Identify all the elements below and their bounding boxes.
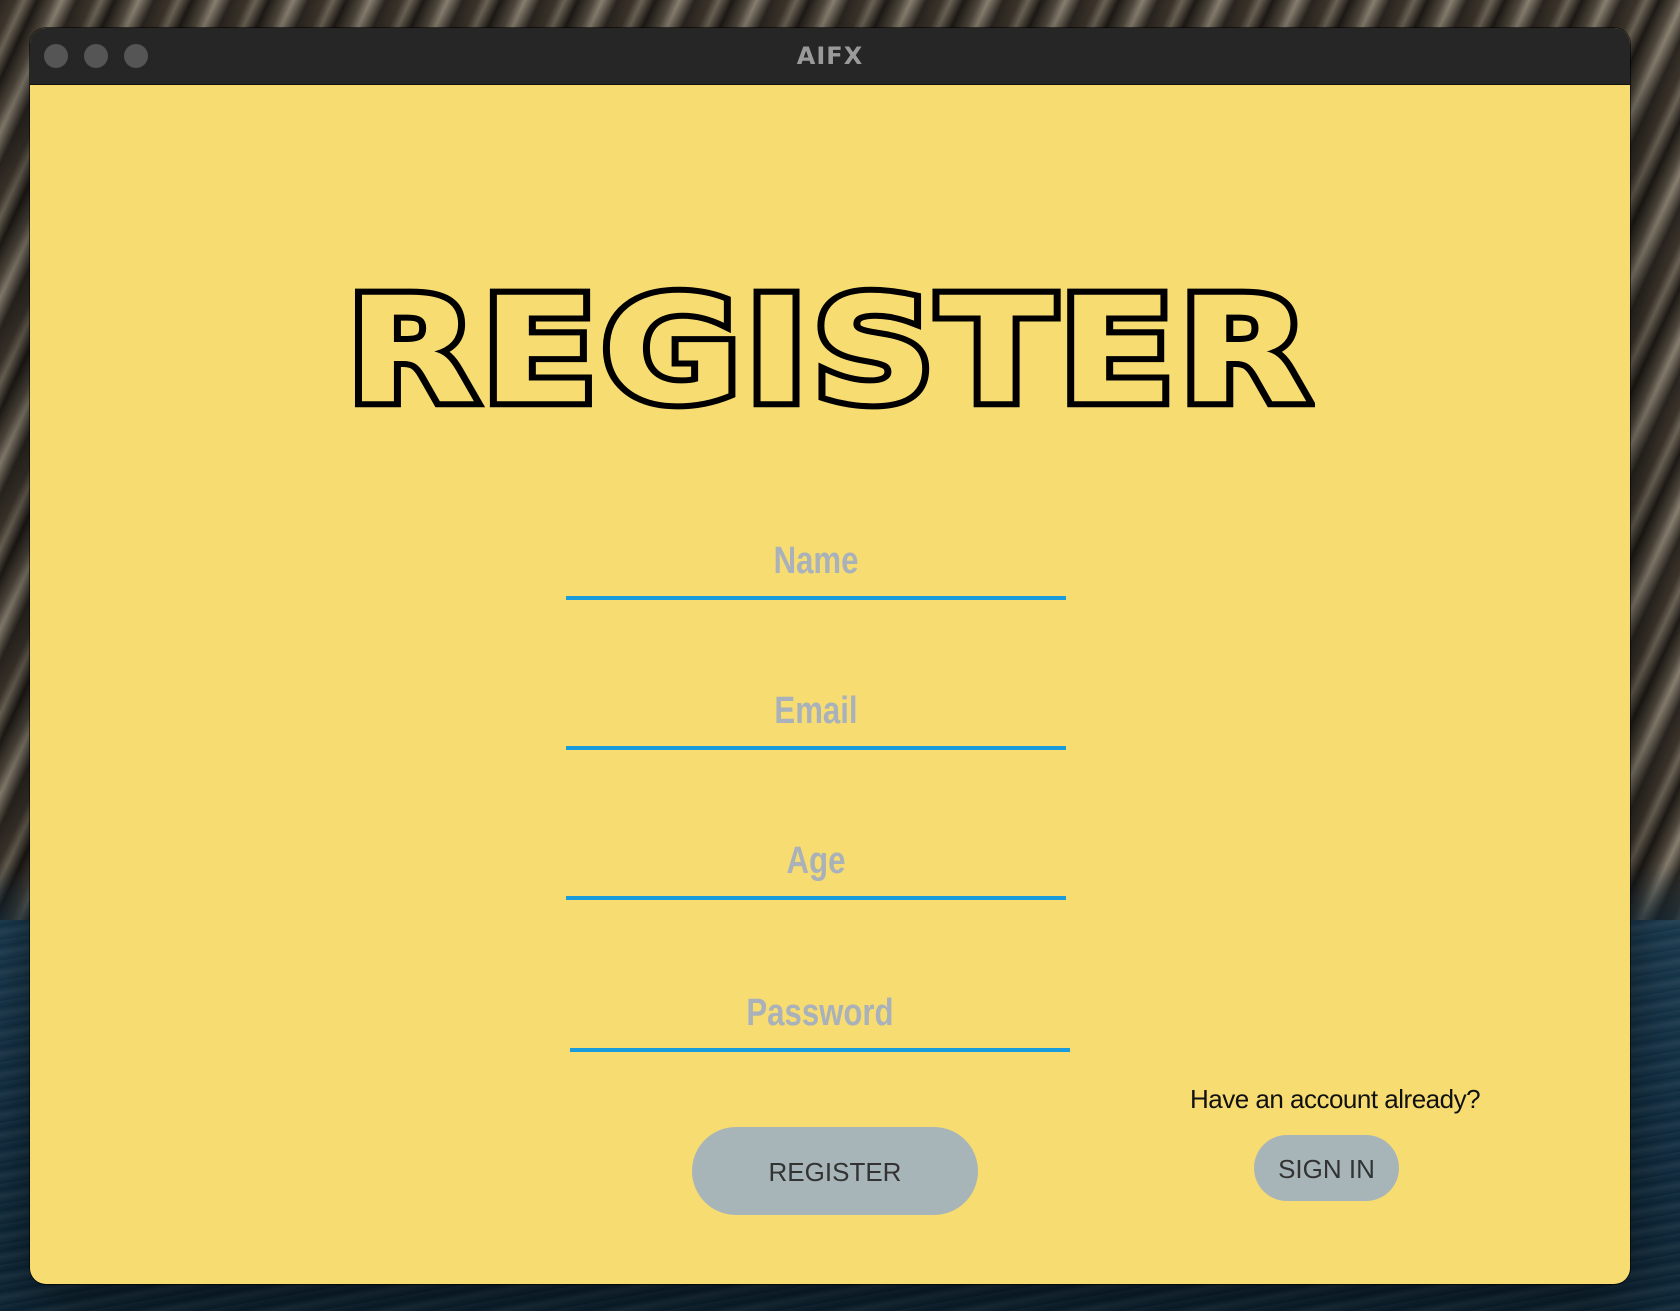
app-window: AIFX REGISTER REGISTER Have an account a… [30,28,1630,1284]
password-field [570,978,1070,1052]
age-field [566,826,1066,900]
sign-in-button[interactable]: SIGN IN [1254,1135,1399,1201]
page-title: REGISTER [339,266,1316,437]
window-title: AIFX [796,42,864,70]
have-account-label: Have an account already? [1189,1084,1481,1114]
register-button[interactable]: REGISTER [692,1127,978,1215]
age-input[interactable] [611,826,1021,896]
name-input[interactable] [611,526,1021,596]
title-bar[interactable]: AIFX [30,28,1630,85]
name-field [566,526,1066,600]
register-form: REGISTER REGISTER Have an account alread… [30,84,1630,1284]
email-input[interactable] [611,676,1021,746]
password-input[interactable] [615,978,1025,1048]
email-field [566,676,1066,750]
